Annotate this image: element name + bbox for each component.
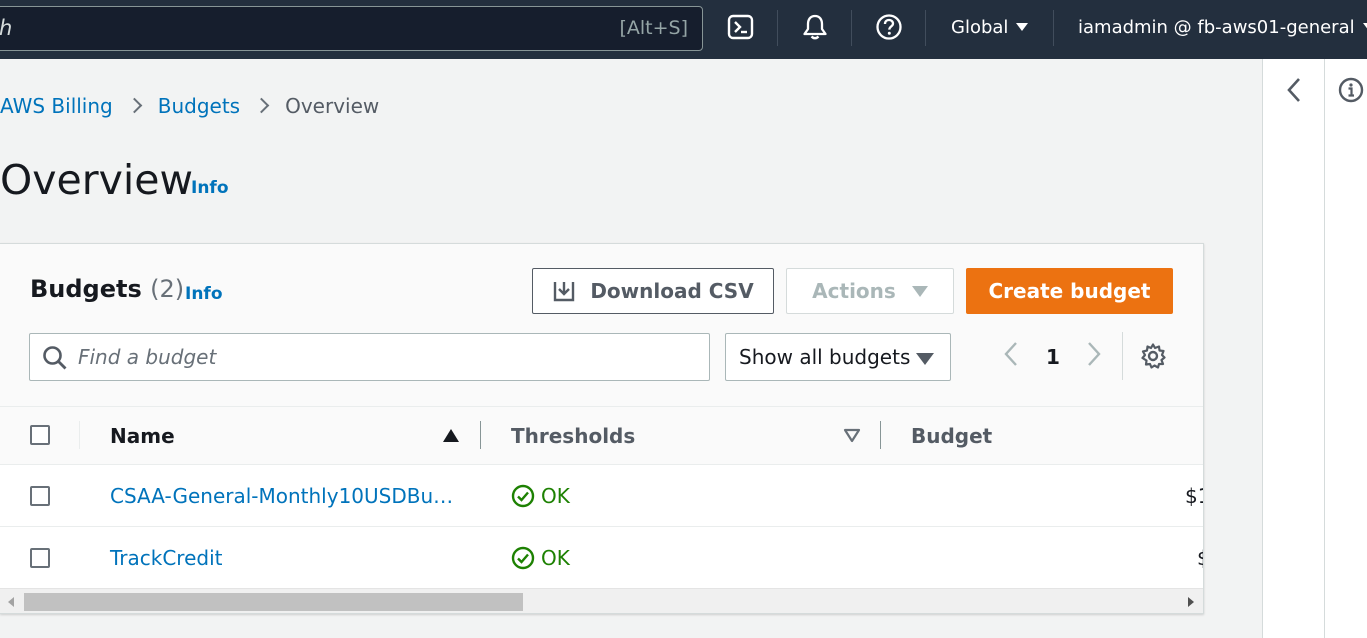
budget-amount: $ [1197, 546, 1203, 570]
chevron-right-icon [1088, 342, 1101, 366]
row-checkbox[interactable] [30, 486, 50, 506]
scroll-right-arrow-icon[interactable] [1188, 597, 1194, 607]
page-info-link[interactable]: Info [191, 178, 229, 198]
bell-icon[interactable] [801, 13, 829, 41]
nav-separator [851, 10, 852, 46]
budgets-info-link[interactable]: Info [185, 284, 223, 304]
search-query-text: h [0, 16, 13, 40]
caret-down-icon [1016, 23, 1029, 31]
next-page-button[interactable] [1084, 340, 1104, 372]
threshold-status: OK [511, 546, 570, 570]
download-csv-label: Download CSV [590, 279, 754, 303]
column-separator [79, 421, 80, 449]
threshold-status: OK [511, 484, 570, 508]
find-budget-field[interactable] [29, 333, 710, 381]
account-menu[interactable]: iamadmin @ fb-aws01-general [1078, 17, 1367, 38]
caret-down-icon [916, 353, 934, 365]
actions-label: Actions [812, 279, 896, 303]
column-header-thresholds[interactable]: Thresholds [511, 424, 635, 448]
column-header-name[interactable]: Name [110, 424, 175, 448]
pagination-separator [1122, 332, 1123, 380]
scrollbar-thumb[interactable] [24, 593, 523, 611]
caret-down-icon [1362, 23, 1367, 31]
search-icon [43, 346, 67, 370]
region-label: Global [951, 17, 1009, 38]
column-resizer[interactable] [880, 421, 881, 449]
nav-separator [925, 10, 926, 46]
top-navigation-bar: h [Alt+S] Global iamadmin @ fb-aws01-gen… [0, 0, 1367, 59]
breadcrumb-current: Overview [285, 94, 380, 118]
select-all-checkbox[interactable] [30, 425, 50, 445]
chevron-left-icon [1004, 342, 1017, 366]
create-budget-button[interactable]: Create budget [966, 268, 1173, 314]
download-csv-button[interactable]: Download CSV [532, 268, 774, 314]
gear-icon [1141, 343, 1166, 369]
budget-amount: $1 [1185, 484, 1203, 508]
find-budget-input[interactable] [78, 344, 678, 370]
sort-descending-icon[interactable] [843, 428, 861, 443]
nav-separator [777, 10, 778, 46]
table-row: CSAA-General-Monthly10USDBu… OK $1 [0, 465, 1203, 527]
horizontal-scrollbar[interactable] [0, 588, 1203, 613]
budget-filter-select[interactable]: Show all budgets [725, 333, 951, 381]
threshold-status-label: OK [541, 484, 570, 508]
table-preferences-button[interactable] [1140, 343, 1166, 374]
caret-down-icon [911, 285, 928, 297]
check-circle-icon [511, 546, 535, 570]
global-search-input[interactable]: h [Alt+S] [0, 6, 703, 51]
budgets-heading: Budgets (2) [30, 275, 184, 303]
scroll-left-arrow-icon[interactable] [8, 597, 14, 607]
column-resizer[interactable] [480, 421, 481, 449]
chevron-right-icon [126, 97, 143, 114]
search-shortcut-hint: [Alt+S] [619, 17, 688, 39]
budget-filter-value: Show all budgets [739, 345, 911, 369]
breadcrumb: AWS Billing Budgets Overview [0, 94, 379, 118]
column-header-budget[interactable]: Budget [911, 424, 992, 448]
rail-divider [1324, 59, 1325, 638]
sort-ascending-icon[interactable] [442, 428, 460, 443]
actions-dropdown-button[interactable]: Actions [786, 268, 954, 314]
table-header-row: Name Thresholds Budget [0, 406, 1203, 465]
cloudshell-icon[interactable] [727, 13, 755, 41]
help-icon[interactable] [875, 13, 903, 41]
budgets-title: Budgets [30, 275, 142, 303]
chevron-right-icon [253, 97, 270, 114]
page-number[interactable]: 1 [1046, 345, 1060, 369]
collapse-chevron-left-icon[interactable] [1284, 76, 1304, 109]
threshold-status-label: OK [541, 546, 570, 570]
previous-page-button[interactable] [1001, 340, 1021, 372]
breadcrumb-link-budgets[interactable]: Budgets [158, 94, 240, 118]
info-circle-icon[interactable] [1338, 77, 1364, 108]
region-selector[interactable]: Global [951, 17, 1029, 38]
page-title: Overview [0, 156, 194, 204]
budget-name-link[interactable]: CSAA-General-Monthly10USDBu… [110, 484, 453, 508]
table-row: TrackCredit OK $ [0, 527, 1203, 589]
budgets-table-container: Budgets (2) Info Download CSV Actions Cr… [0, 243, 1204, 614]
budgets-count: (2) [150, 275, 185, 303]
download-icon [554, 282, 575, 302]
check-circle-icon [511, 484, 535, 508]
breadcrumb-link-billing[interactable]: AWS Billing [0, 94, 113, 118]
create-budget-label: Create budget [988, 279, 1151, 303]
nav-separator [1053, 10, 1054, 46]
row-checkbox[interactable] [30, 548, 50, 568]
budget-name-link[interactable]: TrackCredit [110, 546, 222, 570]
account-label: iamadmin @ fb-aws01-general [1078, 17, 1355, 38]
tools-panel-rail [1262, 59, 1367, 638]
